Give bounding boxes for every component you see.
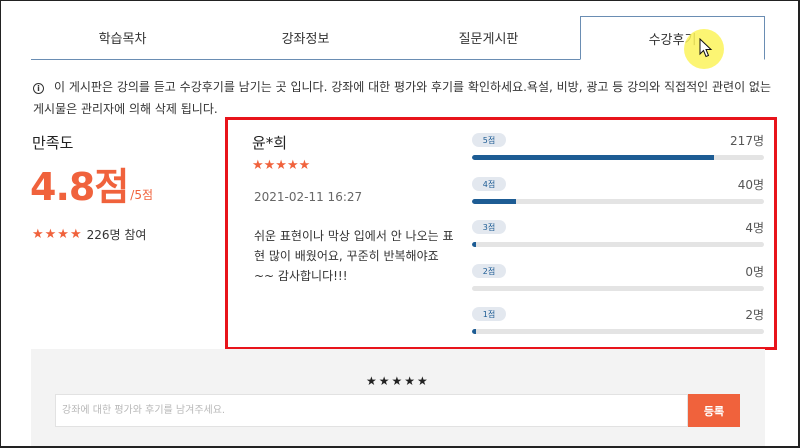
rating-bar-row: 5점 217명: [472, 133, 764, 163]
tab-course-info[interactable]: 강좌정보: [214, 16, 397, 59]
tab-bar: 학습목차 강좌정보 질문게시판 수강후기: [31, 16, 765, 60]
review-date: 2021-02-11 16:27: [254, 190, 363, 204]
rating-stars-icon: ★★★★: [32, 227, 83, 242]
rating-count: 2명: [745, 308, 764, 322]
score-value: 4.8점: [30, 165, 129, 209]
board-notice: i이 게시판은 강의를 듣고 수강후기를 남기는 곳 입니다. 강좌에 대한 평…: [33, 76, 773, 120]
submit-review-button[interactable]: 등록: [688, 394, 740, 427]
rating-badge: 1점: [472, 307, 506, 321]
rating-bar-row: 3점 4명: [472, 220, 764, 250]
rating-bar-track: [472, 286, 764, 291]
rating-badge: 2점: [472, 264, 506, 278]
rating-bar-track: [472, 155, 764, 160]
rating-bar-track: [472, 199, 764, 204]
satisfaction-score: 4.8점 /5점: [30, 165, 153, 209]
rating-badge: 3점: [472, 220, 506, 234]
participants-count: 226명 참여: [86, 228, 147, 242]
tab-qna-board[interactable]: 질문게시판: [397, 16, 580, 59]
review-stars-icon: ★★★★★: [252, 158, 311, 173]
rating-bar-fill: [472, 242, 477, 247]
rating-count: 4명: [745, 221, 764, 235]
rating-bar-row: 1점 2명: [472, 307, 764, 337]
satisfaction-title: 만족도: [32, 134, 74, 152]
star-rating-selector[interactable]: ★★★★★: [366, 374, 430, 388]
rating-bar-row: 2점 0명: [472, 264, 764, 294]
rating-bar-track: [472, 242, 764, 247]
rating-bar-fill: [472, 155, 715, 160]
info-icon: i: [33, 83, 44, 94]
score-max: /5점: [130, 188, 153, 202]
tab-curriculum[interactable]: 학습목차: [31, 16, 214, 59]
tab-reviews[interactable]: 수강후기: [580, 16, 765, 60]
participants-row: ★★★★ 226명 참여: [32, 226, 146, 243]
review-author: 윤*희: [252, 134, 288, 152]
rating-count: 217명: [730, 134, 764, 148]
notice-text: 이 게시판은 강의를 듣고 수강후기를 남기는 곳 입니다. 강좌에 대한 평가…: [33, 80, 772, 116]
rating-badge: 4점: [472, 177, 506, 191]
rating-bar-track: [472, 329, 764, 334]
review-text: 쉬운 표현이나 막상 입에서 안 나오는 표현 많이 배웠어요, 꾸준히 반복해…: [254, 229, 454, 283]
rating-count: 0명: [745, 265, 764, 279]
rating-bar-fill: [472, 329, 476, 334]
rating-count: 40명: [737, 178, 764, 192]
rating-bar-row: 4점 40명: [472, 177, 764, 207]
rating-bar-fill: [472, 199, 516, 204]
review-input[interactable]: [55, 394, 688, 427]
mouse-cursor-icon: [699, 38, 713, 58]
rating-badge: 5점: [472, 133, 506, 147]
